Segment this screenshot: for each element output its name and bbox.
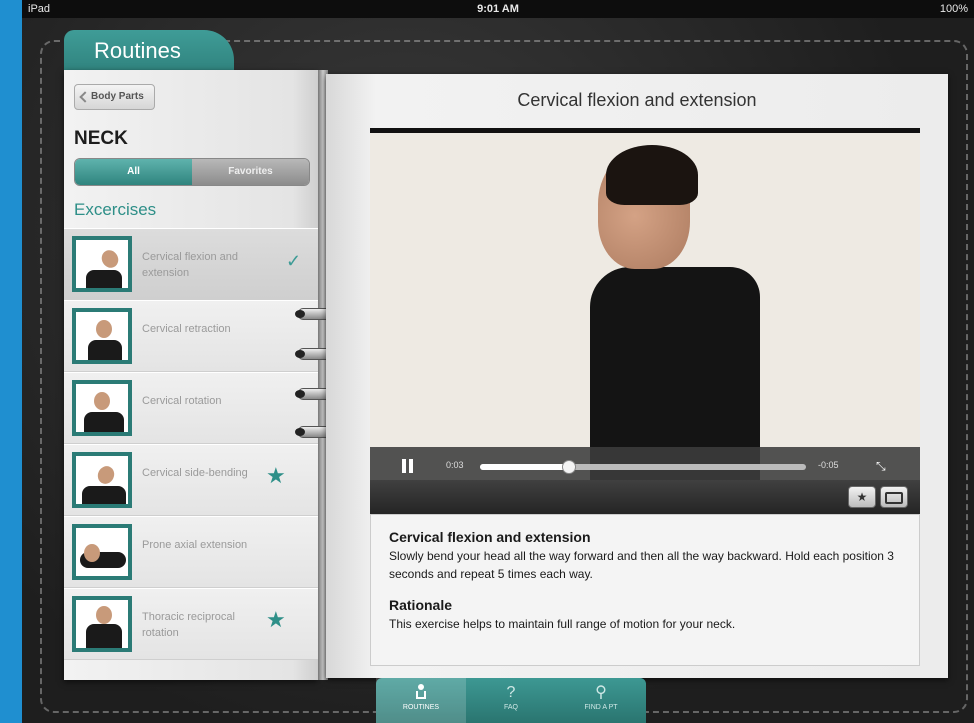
favorite-star-icon[interactable]: ★ xyxy=(266,607,286,633)
exercise-thumbnail xyxy=(72,308,132,364)
description-text: Slowly bend your head all the way forwar… xyxy=(389,549,894,581)
exercise-detail-page: Cervical flexion and extension 0:03 -0:0… xyxy=(326,74,948,678)
body-part-title: NECK xyxy=(74,128,128,149)
exercise-item-prone-axial-extension[interactable]: Prone axial extension xyxy=(64,516,318,588)
status-bar: iPad 9:01 AM 100% xyxy=(22,0,974,18)
rationale-heading: Rationale xyxy=(389,597,453,613)
bottom-tab-bar: ROUTINES ? FAQ ⚲ FIND A PT xyxy=(376,678,646,723)
exercise-thumbnail xyxy=(72,380,132,436)
exercise-label: Cervical flexion and extension xyxy=(142,251,238,279)
pause-icon[interactable] xyxy=(402,459,414,473)
exercise-thumbnail xyxy=(72,524,132,580)
fullscreen-icon[interactable]: ⤡ xyxy=(876,459,886,474)
rationale-text: This exercise helps to maintain full ran… xyxy=(389,617,736,631)
exercise-label: Cervical retraction xyxy=(142,323,231,335)
tab-faq[interactable]: ? FAQ xyxy=(466,678,556,723)
favorite-star-icon[interactable]: ★ xyxy=(266,463,286,489)
exercise-list: Cervical flexion and extension ✓ Cervica… xyxy=(64,228,318,660)
remaining-time: -0:05 xyxy=(818,460,839,470)
battery-label: 100% xyxy=(939,3,968,15)
question-icon: ? xyxy=(506,684,516,701)
exercises-heading: Excercises xyxy=(74,200,157,219)
favorite-button[interactable]: ★ xyxy=(848,486,876,508)
video-person-hair xyxy=(606,145,698,205)
app-frame: Routines Body Parts NECK All Favorites E… xyxy=(22,18,974,723)
tab-find-a-pt[interactable]: ⚲ FIND A PT xyxy=(556,678,646,723)
person-icon xyxy=(416,684,426,700)
video-scrubber[interactable] xyxy=(480,464,806,470)
segment-all[interactable]: All xyxy=(75,159,192,185)
segment-favorites[interactable]: Favorites xyxy=(192,159,309,185)
exercise-item-cervical-side-bending[interactable]: Cervical side-bending ★ xyxy=(64,444,318,516)
clock: 9:01 AM xyxy=(477,3,519,15)
description-panel: Cervical flexion and extension Slowly be… xyxy=(370,514,920,666)
elapsed-time: 0:03 xyxy=(446,460,464,470)
exercise-thumbnail xyxy=(72,452,132,508)
exercise-item-cervical-retraction[interactable]: Cervical retraction xyxy=(64,300,318,372)
exercise-thumbnail xyxy=(72,236,132,292)
filter-segmented-control: All Favorites xyxy=(74,158,310,186)
exercise-item-cervical-flexion[interactable]: Cervical flexion and extension ✓ xyxy=(64,228,318,300)
caption-icon xyxy=(885,491,903,504)
video-player[interactable]: 0:03 -0:05 ⤡ xyxy=(370,128,920,485)
exercise-label: Prone axial extension xyxy=(142,539,248,551)
body-parts-back-button[interactable]: Body Parts xyxy=(74,84,155,110)
exercise-label: Cervical rotation xyxy=(142,395,222,407)
tab-faq-label: FAQ xyxy=(503,704,518,711)
checkmark-icon: ✓ xyxy=(286,251,302,271)
exercise-item-cervical-rotation[interactable]: Cervical rotation xyxy=(64,372,318,444)
description-heading: Cervical flexion and extension xyxy=(389,529,591,545)
exercise-title: Cervical flexion and extension xyxy=(517,90,757,110)
exercise-label: Thoracic reciprocal rotation xyxy=(142,611,235,639)
tab-routines-label: ROUTINES xyxy=(402,704,440,711)
caption-button[interactable] xyxy=(880,486,908,508)
search-icon: ⚲ xyxy=(595,684,607,701)
progress-fill xyxy=(480,464,569,470)
scrubber-knob[interactable] xyxy=(562,460,577,474)
tab-routines[interactable]: ROUTINES xyxy=(376,678,466,723)
exercise-item-thoracic-reciprocal-rotation[interactable]: Thoracic reciprocal rotation ★ xyxy=(64,588,318,660)
video-toolbar: ★ xyxy=(370,480,920,514)
exercise-thumbnail xyxy=(72,596,132,652)
tab-find-label: FIND A PT xyxy=(584,704,618,711)
exercise-list-page: Body Parts NECK All Favorites Excercises… xyxy=(64,70,318,680)
exercise-label: Cervical side-bending xyxy=(142,467,248,479)
